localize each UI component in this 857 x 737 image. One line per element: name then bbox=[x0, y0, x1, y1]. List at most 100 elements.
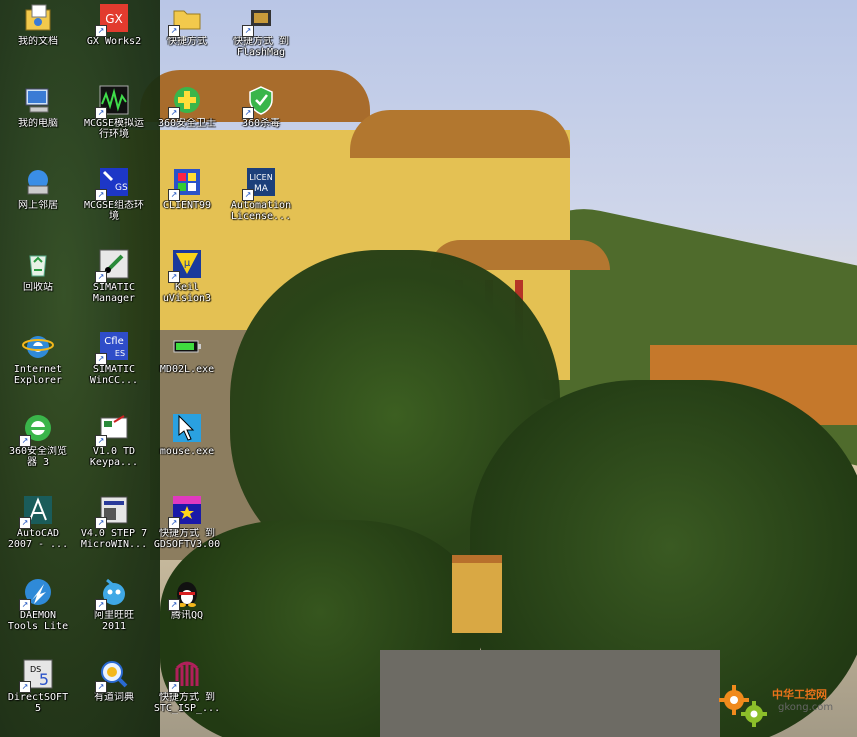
shortcut-arrow-icon: ↗ bbox=[95, 435, 107, 447]
td-keypad-icon: ↗ bbox=[95, 412, 130, 447]
desktop-shortcut[interactable]: ↗ DAEMON Tools Lite bbox=[0, 574, 76, 654]
my-computer-icon bbox=[22, 84, 54, 116]
desktop-shortcut[interactable]: μ ↗ Keil uVision3 bbox=[149, 246, 225, 326]
desktop-shortcut[interactable]: 我的文档 bbox=[0, 0, 76, 80]
svg-text:μ: μ bbox=[184, 258, 191, 269]
shortcut-arrow-icon: ↗ bbox=[95, 353, 107, 365]
shortcut-arrow-icon: ↗ bbox=[168, 189, 180, 201]
gdsoft-icon: ↗ bbox=[168, 494, 203, 529]
svg-text:5: 5 bbox=[39, 670, 49, 689]
desktop-shortcut-label: mouse.exe bbox=[159, 446, 215, 457]
desktop-shortcut-label: 我的文档 bbox=[18, 36, 58, 47]
shortcut-arrow-icon: ↗ bbox=[19, 681, 31, 693]
shortcut-arrow-icon: ↗ bbox=[95, 681, 107, 693]
desktop-shortcut[interactable]: ↗ 快捷方式 到 GDSOFTV3.00 bbox=[149, 492, 225, 572]
battery-exe-icon bbox=[171, 330, 203, 362]
wallpaper-ground bbox=[380, 650, 720, 737]
gkong-watermark: 中华工控网 gkong.com bbox=[712, 680, 852, 732]
gx-works2-icon: GX ↗ bbox=[95, 2, 130, 37]
desktop-shortcut-label: 有道词典 bbox=[94, 692, 134, 703]
shortcut-arrow-icon: ↗ bbox=[168, 517, 180, 529]
desktop-shortcut-label: DirectSOFT 5 bbox=[7, 692, 69, 714]
keil-uvision-icon: μ ↗ bbox=[168, 248, 203, 283]
mcgs-simulation-icon: ↗ bbox=[95, 84, 130, 119]
desktop-shortcut[interactable]: ↗ SIMATIC Manager bbox=[76, 246, 152, 326]
directsoft-icon: DS 5 ↗ bbox=[19, 658, 54, 693]
mouse-exe-icon bbox=[171, 412, 203, 444]
desktop-shortcut-label: MD02L.exe bbox=[159, 364, 215, 375]
desktop-shortcut[interactable]: ↗ 360杀毒 bbox=[223, 82, 299, 162]
shortcut-arrow-icon: ↗ bbox=[168, 271, 180, 283]
desktop-shortcut[interactable]: LICEN MA ↗ Automation License... bbox=[223, 164, 299, 244]
stc-isp-icon: ↗ bbox=[168, 658, 203, 693]
desktop-shortcut[interactable]: MD02L.exe bbox=[149, 328, 225, 408]
desktop-shortcut-label: 快捷方式 到 FlashMag bbox=[232, 36, 290, 58]
desktop-shortcut[interactable]: Internet Explorer bbox=[0, 328, 76, 408]
client99-icon: ↗ bbox=[168, 166, 203, 201]
desktop-shortcut-label: 快捷方式 到 GDSOFTV3.00 bbox=[153, 528, 221, 550]
desktop-shortcut[interactable]: DS 5 ↗ DirectSOFT 5 bbox=[0, 656, 76, 736]
chip-icon: ↗ bbox=[242, 2, 277, 37]
network-places-icon bbox=[22, 166, 54, 198]
desktop-shortcut[interactable]: GS ↗ MCGSE组态环 境 bbox=[76, 164, 152, 244]
autocad-icon: ↗ bbox=[19, 494, 54, 529]
desktop-shortcut-label: Internet Explorer bbox=[13, 364, 63, 386]
desktop-shortcut-label: V4.0 STEP 7 MicroWIN... bbox=[80, 528, 148, 550]
desktop-shortcut[interactable]: ↗ V1.0 TD Keypa... bbox=[76, 410, 152, 490]
desktop-shortcut[interactable]: ↗ V4.0 STEP 7 MicroWIN... bbox=[76, 492, 152, 572]
desktop-shortcut[interactable]: 回收站 bbox=[0, 246, 76, 326]
desktop-shortcut-label: 回收站 bbox=[23, 282, 53, 293]
desktop-shortcut[interactable]: ↗ 快捷方式 到 STC_ISP_... bbox=[149, 656, 225, 736]
shortcut-arrow-icon: ↗ bbox=[19, 599, 31, 611]
desktop-shortcut[interactable]: ↗ 快捷方式 bbox=[149, 0, 225, 80]
license-manager-icon: LICEN MA ↗ bbox=[242, 166, 277, 201]
svg-text:GX: GX bbox=[105, 12, 123, 26]
shortcut-arrow-icon: ↗ bbox=[168, 599, 180, 611]
shortcut-arrow-icon: ↗ bbox=[95, 517, 107, 529]
desktop-shortcut[interactable]: 网上邻居 bbox=[0, 164, 76, 244]
desktop-shortcut-label: AutoCAD 2007 - ... bbox=[7, 528, 69, 550]
desktop-shortcut[interactable]: ↗ 360安全卫士 bbox=[149, 82, 225, 162]
wallpaper-gate bbox=[452, 555, 502, 633]
desktop-shortcut-label: MCGSE组态环 境 bbox=[83, 200, 145, 222]
360-antivirus-icon: ↗ bbox=[242, 84, 277, 119]
desktop-shortcut-label: 快捷方式 到 STC_ISP_... bbox=[153, 692, 221, 714]
desktop-shortcut[interactable]: 我的电脑 bbox=[0, 82, 76, 162]
desktop-shortcut[interactable]: ↗ CLIENT99 bbox=[149, 164, 225, 244]
desktop-shortcut-label: 快捷方式 bbox=[167, 36, 207, 47]
my-documents-icon bbox=[22, 2, 54, 34]
desktop-shortcut[interactable]: ↗ 有道词典 bbox=[76, 656, 152, 736]
internet-explorer-icon bbox=[22, 330, 54, 362]
svg-text:Cfle: Cfle bbox=[104, 336, 123, 347]
desktop-shortcut-label: 我的电脑 bbox=[18, 118, 58, 129]
desktop-shortcut[interactable]: ↗ 腾讯QQ bbox=[149, 574, 225, 654]
desktop-shortcut-label: Automation License... bbox=[230, 200, 292, 222]
shortcut-arrow-icon: ↗ bbox=[95, 189, 107, 201]
desktop-shortcut[interactable]: mouse.exe bbox=[149, 410, 225, 490]
desktop-shortcut-label: DAEMON Tools Lite bbox=[7, 610, 69, 632]
shortcut-arrow-icon: ↗ bbox=[242, 25, 254, 37]
mcgs-config-icon: GS ↗ bbox=[95, 166, 130, 201]
shortcut-arrow-icon: ↗ bbox=[95, 271, 107, 283]
desktop-shortcut[interactable]: ↗ 阿里旺旺 2011 bbox=[76, 574, 152, 654]
shortcut-arrow-icon: ↗ bbox=[95, 25, 107, 37]
desktop-shortcut[interactable]: ↗ AutoCAD 2007 - ... bbox=[0, 492, 76, 572]
watermark-domain-text: gkong.com bbox=[778, 702, 834, 713]
youdao-dict-icon: ↗ bbox=[95, 658, 130, 693]
watermark-chinese-text: 中华工控网 bbox=[772, 688, 827, 701]
desktop-shortcut[interactable]: ↗ 快捷方式 到 FlashMag bbox=[223, 0, 299, 80]
360-safe-icon: ↗ bbox=[168, 84, 203, 119]
desktop-shortcut[interactable]: Cfle ES ↗ SIMATIC WinCC... bbox=[76, 328, 152, 408]
desktop-shortcut-label: 360安全卫士 bbox=[157, 118, 217, 129]
desktop-shortcut-label: V1.0 TD Keypa... bbox=[89, 446, 139, 468]
desktop[interactable]: 我的文档 GX ↗ GX Works2 ↗ 快捷方式 ↗ 快捷方式 到 FlashMag 我的电… bbox=[0, 0, 857, 737]
shortcut-arrow-icon: ↗ bbox=[242, 189, 254, 201]
desktop-shortcut-label: MCGSE模拟运 行环境 bbox=[83, 118, 145, 140]
desktop-shortcut-label: GX Works2 bbox=[86, 36, 142, 47]
wallpaper-roof-2 bbox=[350, 110, 570, 158]
desktop-shortcut[interactable]: GX ↗ GX Works2 bbox=[76, 0, 152, 80]
svg-text:MA: MA bbox=[254, 184, 269, 194]
desktop-shortcut[interactable]: ↗ 360安全浏览 器 3 bbox=[0, 410, 76, 490]
daemon-tools-icon: ↗ bbox=[19, 576, 54, 611]
desktop-shortcut[interactable]: ↗ MCGSE模拟运 行环境 bbox=[76, 82, 152, 162]
